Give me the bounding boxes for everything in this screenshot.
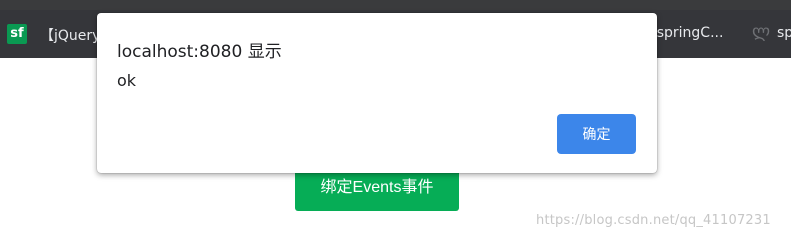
alert-dialog: localhost:8080 显示 ok 确定 bbox=[97, 13, 657, 173]
bookmark-spring[interactable]: /springC... bbox=[652, 25, 723, 41]
bookmark-jquery[interactable]: 【jQuery bbox=[40, 25, 100, 45]
dialog-title: localhost:8080 显示 bbox=[117, 42, 282, 62]
bookmark-sp[interactable]: sp bbox=[777, 25, 791, 41]
browser-top-strip bbox=[0, 0, 791, 10]
watermark: https://blog.csdn.net/qq_41107231 bbox=[536, 213, 771, 228]
sf-favicon-icon[interactable]: sf bbox=[7, 24, 27, 44]
bookmark-favicon-icon[interactable]: ლ bbox=[752, 22, 770, 44]
confirm-button[interactable]: 确定 bbox=[557, 114, 636, 154]
dialog-message: ok bbox=[117, 71, 137, 90]
